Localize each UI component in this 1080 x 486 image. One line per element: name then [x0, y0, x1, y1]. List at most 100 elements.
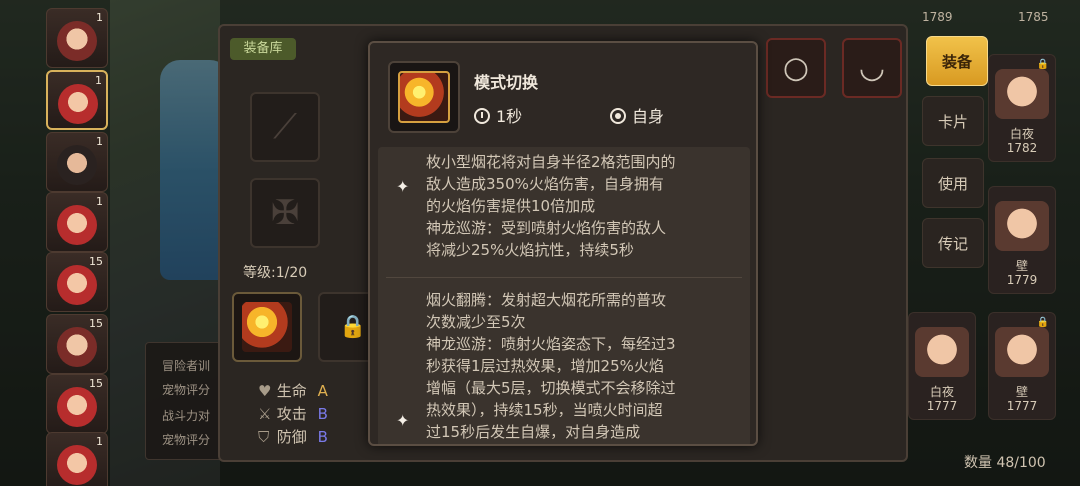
inventory-count: 数量 48/100 [964, 455, 1046, 471]
description-line: 将减少25%火焰抗性，持续5秒 [426, 241, 634, 259]
staff-icon: ⟋ [273, 107, 297, 147]
hero-count: 15 [89, 377, 103, 390]
necklace-icon: ◡ [858, 50, 886, 86]
hero-count: 1 [96, 11, 103, 24]
description-line: 的火焰伤害提供10倍加成 [426, 197, 596, 215]
card-score: 1782 [1006, 141, 1038, 155]
cooldown-info: 1秒 [474, 103, 522, 127]
stat-grade: B [317, 405, 328, 423]
armor-icon: ✠ [270, 193, 300, 233]
hero-slot[interactable]: 15 [46, 314, 108, 374]
sword-icon: ⚔ [258, 405, 272, 423]
target-info: 自身 [610, 103, 664, 127]
skill-slot-selected[interactable] [232, 292, 302, 362]
equipment-tab[interactable]: 装备库 [230, 38, 296, 60]
armor-slot[interactable]: ✠ [250, 178, 320, 248]
card-slot[interactable]: 壁 1779 [988, 186, 1056, 294]
hero-slot[interactable]: 1 [46, 432, 108, 486]
hero-count: 1 [95, 74, 102, 87]
hero-portrait [57, 205, 97, 245]
hero-portrait [57, 387, 97, 427]
use-button[interactable]: 使用 [922, 158, 984, 208]
stat-row-hp: ♥ 生命 A [258, 380, 328, 401]
description-line: 敌人造成350%火焰伤害，自身拥有 [426, 175, 664, 193]
hero-slot[interactable]: 1 [46, 8, 108, 68]
lock-icon: 🔒 [339, 314, 367, 340]
description-line: 神龙巡游：受到喷射火焰伤害的敌人 [426, 219, 667, 237]
hero-slot[interactable]: 1 [46, 132, 108, 192]
card-portrait [915, 327, 969, 377]
fire-dragon-icon [242, 302, 292, 352]
card-portrait [995, 69, 1049, 119]
description-line: 次数减少至5次 [426, 313, 526, 331]
hero-slot-selected[interactable]: 1 [46, 70, 108, 130]
card-slot[interactable]: 白夜 1777 [908, 312, 976, 420]
card-score: 1777 [926, 399, 958, 413]
hero-portrait [57, 327, 97, 367]
hero-count: 15 [89, 317, 103, 330]
sparkle-icon: ✦ [396, 177, 410, 196]
ring-slot[interactable]: ○ [766, 38, 826, 98]
description-line: 枚小型烟花将对自身半径2格范围内的 [426, 153, 676, 171]
equip-button[interactable]: 装备 [926, 36, 988, 86]
target-icon [610, 108, 626, 124]
description-line: 神龙巡游：喷射火焰姿态下，每经过3 [426, 335, 676, 353]
hero-slot[interactable]: 15 [46, 252, 108, 312]
hero-slot[interactable]: 15 [46, 374, 108, 434]
stat-row-defense: ⛉ 防御 B [258, 426, 328, 447]
stat-row-attack: ⚔ 攻击 B [258, 403, 328, 424]
card-score: 1777 [1006, 399, 1038, 413]
skill-icon-frame [388, 61, 460, 133]
card-name: 白夜 [1009, 127, 1034, 141]
skill-name: 模式切换 [474, 73, 539, 92]
card-score: 1789 [922, 10, 953, 24]
card-name: 白夜 [929, 385, 954, 399]
divider [386, 277, 742, 278]
card-portrait [995, 201, 1049, 251]
card-score: 1779 [1006, 273, 1038, 287]
card-score: 1785 [1018, 10, 1049, 24]
hero-portrait [57, 145, 97, 185]
skill-description: ✦ 枚小型烟花将对自身半径2格范围内的 敌人造成350%火焰伤害，自身拥有 的火… [378, 147, 750, 444]
fire-dragon-icon [398, 71, 450, 123]
hero-portrait [57, 445, 97, 485]
stat-grade: B [317, 428, 328, 446]
description-line: 秒获得1层过热效果，增加25%火焰 [426, 357, 664, 375]
clock-icon [474, 108, 490, 124]
card-slot[interactable]: 🔒 壁 1777 [988, 312, 1056, 420]
hero-portrait [57, 21, 97, 61]
hero-count: 1 [96, 135, 103, 148]
target-value: 自身 [632, 107, 665, 126]
description-line: 增幅（最大5层，切换模式不会移除过 [426, 379, 676, 397]
hero-count: 1 [96, 435, 103, 448]
hero-portrait [58, 84, 98, 124]
heart-icon: ♥ [258, 382, 272, 400]
hero-count: 15 [89, 255, 103, 268]
card-name: 壁 [1015, 385, 1028, 399]
hero-portrait [57, 265, 97, 305]
stat-label: 攻击 [276, 405, 307, 423]
stat-label: 生命 [276, 382, 307, 400]
card-button[interactable]: 卡片 [922, 96, 984, 146]
skill-tooltip: 模式切换 1秒 自身 ✦ 枚小型烟花将对自身半径2格范围内的 敌人造成350%火… [368, 41, 758, 446]
hero-list: 1 1 1 1 15 15 15 1 [46, 0, 112, 486]
description-line: 过15秒后发生自爆，对自身造成 [426, 423, 641, 441]
ring-icon: ○ [782, 50, 810, 86]
card-slot[interactable]: 🔒 白夜 1782 [988, 54, 1056, 162]
hero-count: 1 [96, 195, 103, 208]
stat-grade: A [317, 382, 328, 400]
equipment-level: 等级:1/20 [243, 265, 308, 281]
cooldown-value: 1秒 [496, 107, 523, 126]
stat-label: 防御 [276, 428, 307, 446]
hero-slot[interactable]: 1 [46, 192, 108, 252]
necklace-slot[interactable]: ◡ [842, 38, 902, 98]
description-line: 热效果），持续15秒，当喷火时间超 [426, 401, 663, 419]
shield-icon: ⛉ [258, 428, 270, 446]
weapon-slot[interactable]: ⟋ [250, 92, 320, 162]
card-portrait [995, 327, 1049, 377]
biography-button[interactable]: 传记 [922, 218, 984, 268]
description-section-1: 枚小型烟花将对自身半径2格范围内的 敌人造成350%火焰伤害，自身拥有 的火焰伤… [426, 151, 746, 261]
card-name: 壁 [1015, 259, 1028, 273]
sparkle-icon: ✦ [396, 411, 410, 430]
description-line: 烟火翻腾：发射超大烟花所需的普攻 [426, 291, 667, 309]
